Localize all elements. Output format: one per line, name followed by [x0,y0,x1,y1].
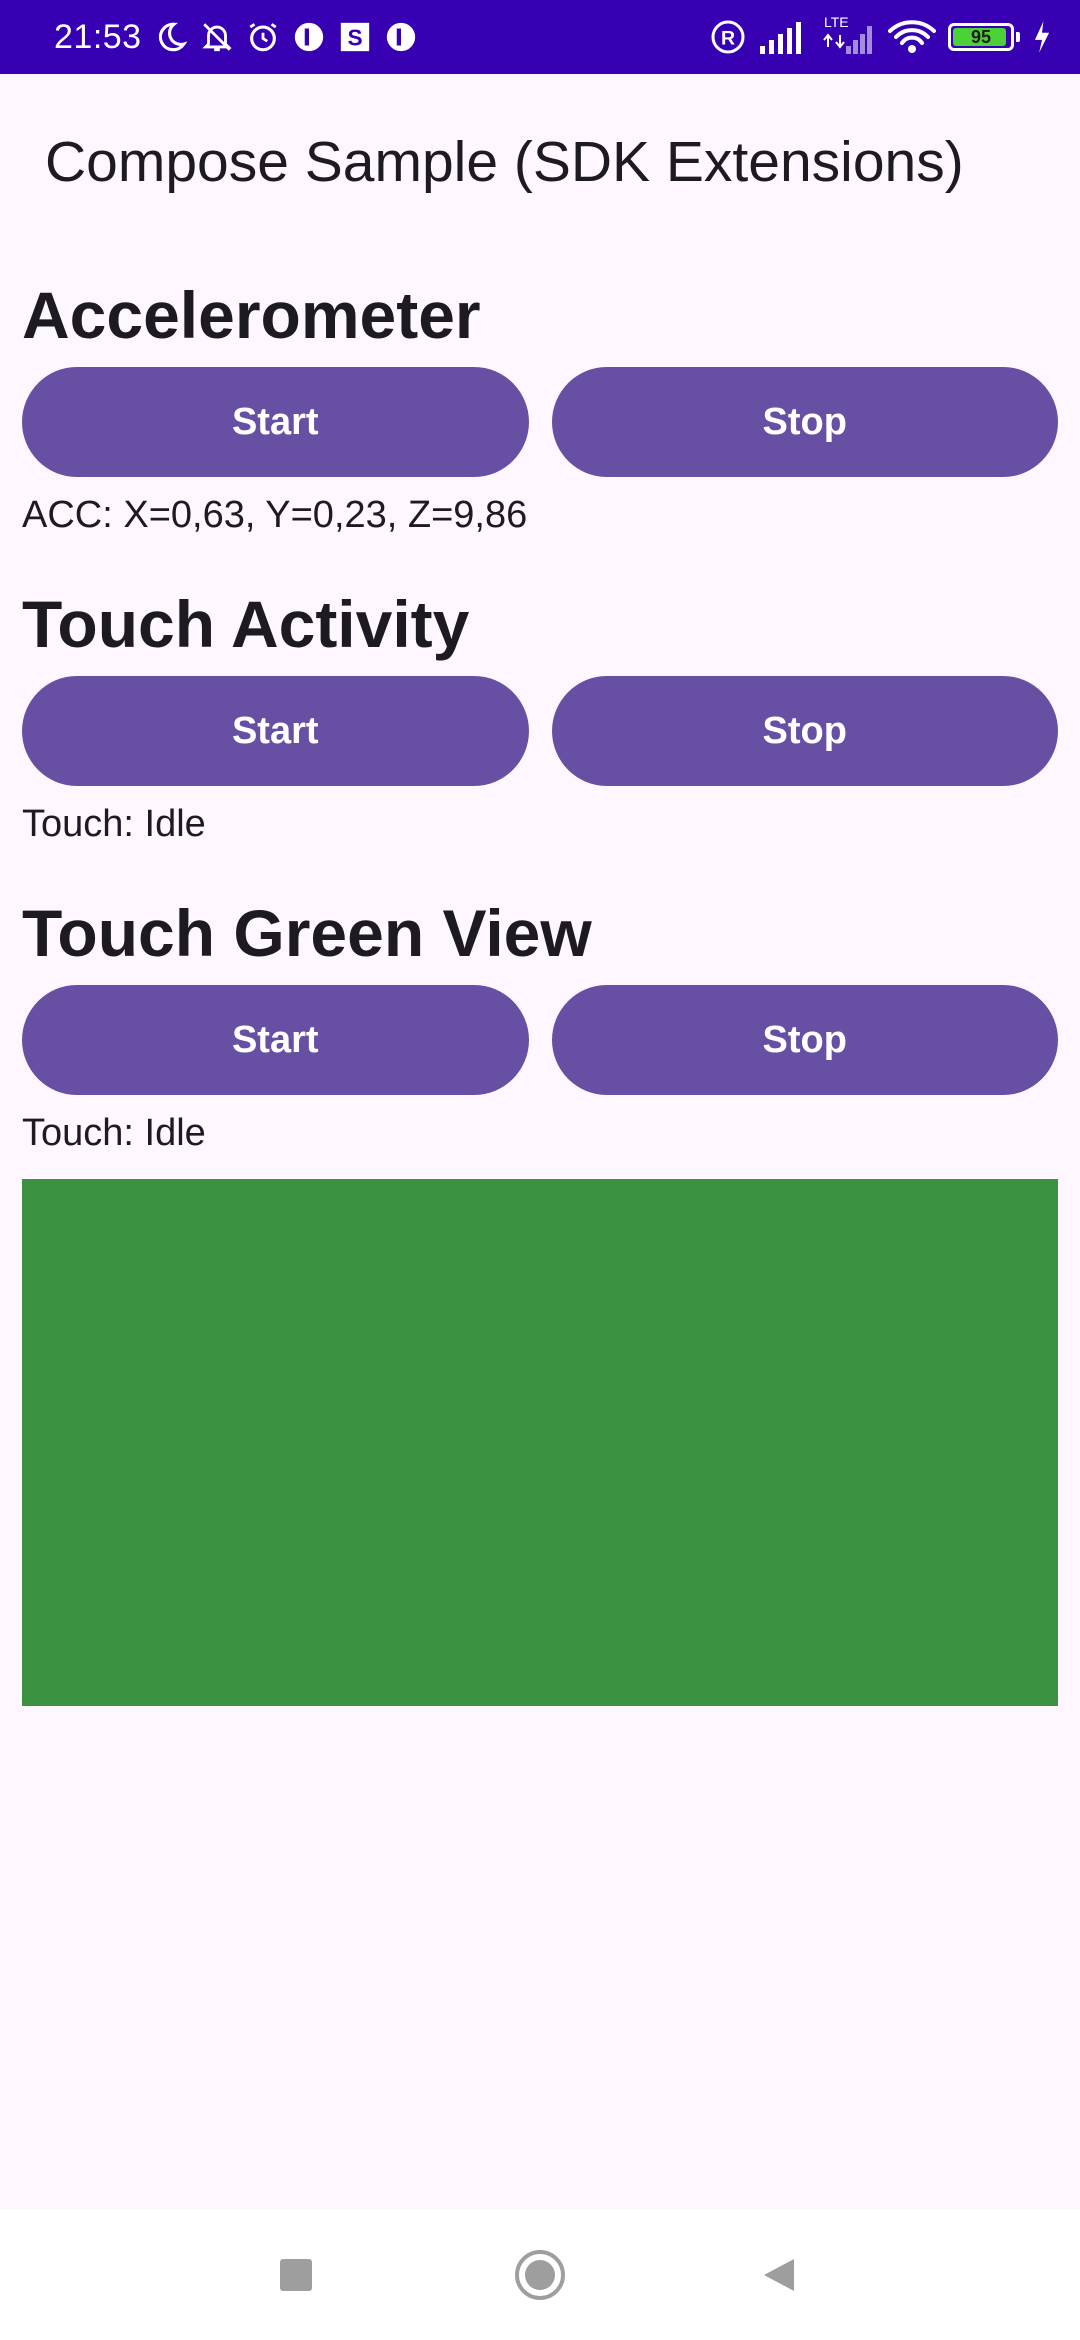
touch-green-view-title: Touch Green View [22,896,592,970]
charging-icon [1032,20,1052,54]
accelerometer-start-button[interactable]: Start [22,367,529,477]
recents-icon[interactable] [256,2235,336,2315]
registered-icon: R [710,19,746,55]
touch-green-view-stop-button[interactable]: Stop [551,985,1058,1095]
green-touch-view[interactable] [22,1179,1058,1706]
touch-activity-start-button[interactable]: Start [22,676,529,786]
accelerometer-status: ACC: X=0,63, Y=0,23, Z=9,86 [22,494,528,536]
lte-label: LTE [824,14,849,30]
touch-activity-status: Touch: Idle [22,803,206,845]
touch-activity-buttons: Start Stop [22,676,1058,786]
battery-level: 95 [970,26,992,47]
back-icon[interactable] [740,2235,820,2315]
accelerometer-section: Accelerometer Start Stop ACC: X=0,63, Y=… [22,273,1058,539]
home-icon[interactable] [500,2235,580,2315]
status-bar-left: 21:53 S [54,0,418,74]
accelerometer-buttons: Start Stop [22,367,1058,477]
accelerometer-title: Accelerometer [22,278,481,352]
lte-signal-icon: LTE [820,14,876,54]
status-bar-right: R LTE 95 [710,0,1052,74]
moon-icon [154,20,188,54]
touch-activity-title: Touch Activity [22,587,470,661]
touch-activity-section: Touch Activity Start Stop Touch: Idle [22,582,1058,848]
bell-off-icon [200,20,234,54]
touch-green-view-status: Touch: Idle [22,1112,206,1154]
app-icon [292,20,326,54]
battery-cap [1016,32,1020,42]
touch-green-view-section: Touch Green View Start Stop Touch: Idle [22,891,1058,1157]
battery-icon: 95 [948,23,1020,51]
accelerometer-stop-button[interactable]: Stop [551,367,1058,477]
touch-green-view-start-button[interactable]: Start [22,985,529,1095]
wifi-icon [888,19,936,55]
signal-icon [758,20,808,54]
battery: 95 [948,23,1014,51]
svg-text:S: S [347,25,362,51]
s-icon: S [338,20,372,54]
app-title: Compose Sample (SDK Extensions) [45,130,964,194]
touch-green-view-buttons: Start Stop [22,985,1058,1095]
status-time: 21:53 [54,17,142,56]
status-bar: 21:53 S R LTE 95 [0,0,1080,74]
svg-text:R: R [721,28,735,50]
alarm-icon [246,20,280,54]
touch-activity-stop-button[interactable]: Stop [551,676,1058,786]
navigation-bar [0,2210,1080,2340]
app-icon [384,20,418,54]
